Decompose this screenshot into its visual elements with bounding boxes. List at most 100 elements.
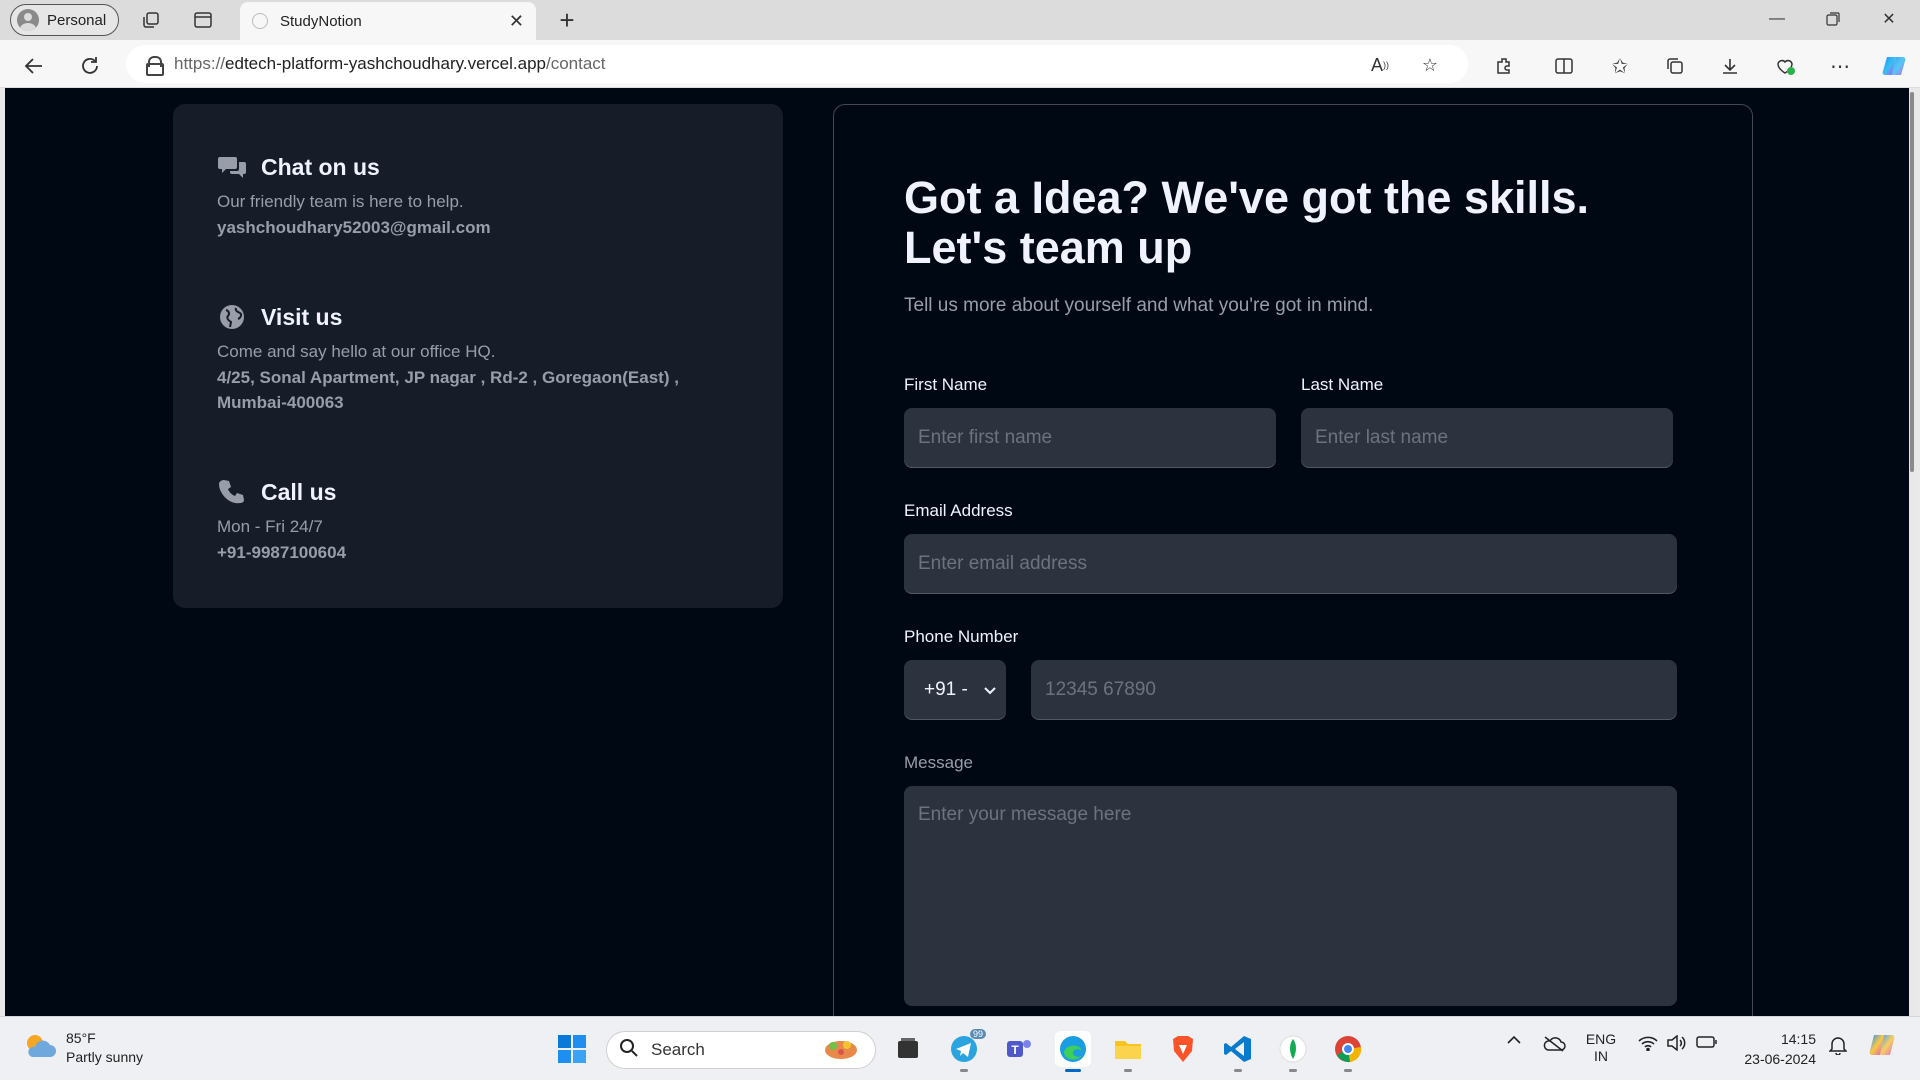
workspaces-icon[interactable] [139, 8, 163, 32]
lock-icon[interactable] [146, 56, 164, 76]
call-number: +91-9987100604 [217, 543, 347, 562]
chat-section: Chat on us Our friendly team is here to … [217, 152, 739, 240]
visit-address: 4/25, Sonal Apartment, JP nagar , Rd-2 ,… [217, 368, 679, 412]
visit-title: Visit us [261, 303, 343, 330]
tab-favicon-icon [252, 13, 268, 29]
call-title: Call us [261, 478, 337, 505]
brave-app[interactable] [1165, 1031, 1201, 1067]
message-textarea[interactable] [904, 786, 1677, 1006]
last-name-field-group: Last Name [1301, 375, 1673, 468]
svg-text:T: T [1011, 1043, 1019, 1057]
restore-icon[interactable] [1810, 4, 1856, 34]
phone-icon [217, 477, 247, 507]
wifi-icon[interactable] [1636, 1035, 1660, 1051]
notification-bell-icon[interactable] [1826, 1035, 1850, 1055]
vscode-app[interactable] [1220, 1031, 1256, 1072]
new-tab-plus-icon[interactable]: + [552, 5, 582, 35]
start-button[interactable] [554, 1031, 590, 1067]
browser-essentials-icon[interactable] [1771, 52, 1799, 80]
region-code: IN [1594, 1048, 1608, 1064]
taskbar-search-box[interactable]: Search [606, 1031, 876, 1069]
call-section: Call us Mon - Fri 24/7 +91-9987100604 [217, 477, 739, 565]
chevron-down-icon [984, 679, 996, 701]
tab-actions-icon[interactable] [191, 8, 215, 32]
tab-studynotion[interactable]: StudyNotion ✕ [240, 2, 536, 40]
form-heading: Got a Idea? We've got the skills. Let's … [904, 172, 1590, 273]
last-name-label: Last Name [1301, 375, 1384, 394]
tab-close-icon[interactable]: ✕ [509, 11, 524, 32]
onedrive-icon[interactable] [1540, 1035, 1568, 1053]
page-scrollbar[interactable] [1909, 88, 1915, 1016]
tab-title: StudyNotion [280, 12, 362, 30]
visit-section: Visit us Come and say hello at our offic… [217, 302, 739, 415]
chat-bubbles-icon [217, 152, 247, 182]
country-code-value: +91 - [924, 679, 968, 700]
browser-tab-strip: Personal StudyNotion ✕ + — ✕ [0, 0, 1920, 40]
more-options-icon[interactable]: ⋯ [1826, 52, 1854, 80]
show-hidden-icons-chevron-icon[interactable] [1504, 1035, 1524, 1045]
profile-label: Personal [47, 11, 107, 29]
partly-sunny-icon [22, 1031, 56, 1066]
page-viewport: Chat on us Our friendly team is here to … [5, 88, 1915, 1016]
edge-app[interactable] [1055, 1031, 1091, 1072]
copilot-taskbar-icon[interactable] [1866, 1031, 1898, 1059]
message-label: Message [904, 753, 973, 772]
address-bar[interactable]: https://edtech-platform-yashchoudhary.ve… [126, 45, 1468, 83]
back-arrow-icon[interactable] [20, 52, 48, 80]
search-highlight-icon [819, 1034, 865, 1067]
copilot-icon[interactable] [1880, 52, 1908, 80]
message-field-group: Message [904, 753, 1677, 1006]
scrollbar-thumb[interactable] [1910, 92, 1914, 472]
last-name-input[interactable] [1301, 408, 1673, 468]
windows-taskbar: 85°F Partly sunny Search 99 T ENG IN 14:… [0, 1016, 1920, 1080]
globe-icon [217, 302, 247, 332]
downloads-icon[interactable] [1716, 52, 1744, 80]
call-hours: Mon - Fri 24/7 [217, 517, 323, 536]
search-icon [619, 1038, 639, 1063]
first-name-field-group: First Name [904, 375, 1276, 468]
contact-form-card: Got a Idea? We've got the skills. Let's … [833, 104, 1753, 1016]
file-explorer-app[interactable] [1110, 1031, 1146, 1072]
refresh-icon[interactable] [76, 52, 104, 80]
battery-icon[interactable] [1694, 1035, 1720, 1049]
search-label: Search [651, 1040, 705, 1059]
read-aloud-icon[interactable]: A)) [1366, 51, 1394, 79]
system-clock[interactable]: 14:15 23-06-2024 [1736, 1029, 1816, 1069]
profile-button[interactable]: Personal [10, 4, 120, 36]
chrome-app[interactable] [1330, 1031, 1366, 1072]
language-indicator[interactable]: ENG IN [1578, 1031, 1624, 1065]
chat-email: yashchoudhary52003@gmail.com [217, 218, 491, 237]
form-subheading: Tell us more about yourself and what you… [904, 295, 1374, 316]
mongodb-compass-app[interactable] [1275, 1031, 1311, 1072]
url-text: https://edtech-platform-yashchoudhary.ve… [174, 54, 606, 73]
chat-title: Chat on us [261, 153, 380, 180]
extensions-icon[interactable] [1490, 52, 1518, 80]
close-window-icon[interactable]: ✕ [1866, 4, 1912, 34]
telegram-badge: 99 [969, 1029, 986, 1039]
phone-field-group: Phone Number +91 - [904, 627, 1677, 720]
favorites-icon[interactable]: ✩ [1606, 52, 1634, 80]
visit-description: Come and say hello at our office HQ. [217, 342, 496, 361]
weather-description: Partly sunny [66, 1049, 144, 1065]
first-name-input[interactable] [904, 408, 1276, 468]
chat-description: Our friendly team is here to help. [217, 192, 464, 211]
clock-time: 14:15 [1780, 1031, 1816, 1047]
browser-toolbar: https://edtech-platform-yashchoudhary.ve… [0, 40, 1920, 88]
contact-details-card: Chat on us Our friendly team is here to … [173, 104, 783, 608]
favorite-star-icon[interactable]: ☆ [1416, 51, 1444, 79]
email-input[interactable] [904, 534, 1677, 594]
email-field-group: Email Address [904, 501, 1677, 594]
split-screen-icon[interactable] [1550, 52, 1578, 80]
minimize-icon[interactable]: — [1754, 4, 1800, 34]
weather-widget[interactable]: 85°F Partly sunny [22, 1029, 143, 1067]
teams-app[interactable]: T [1001, 1031, 1037, 1067]
telegram-app[interactable]: 99 [946, 1029, 986, 1072]
collections-icon[interactable] [1661, 52, 1689, 80]
volume-icon[interactable] [1664, 1035, 1688, 1051]
first-name-label: First Name [904, 375, 988, 394]
phone-number-input[interactable] [1031, 660, 1677, 720]
profile-avatar-icon [17, 9, 39, 31]
language-code: ENG [1585, 1031, 1617, 1047]
task-view-app[interactable] [890, 1031, 926, 1067]
country-code-select[interactable]: +91 - [904, 660, 1006, 720]
